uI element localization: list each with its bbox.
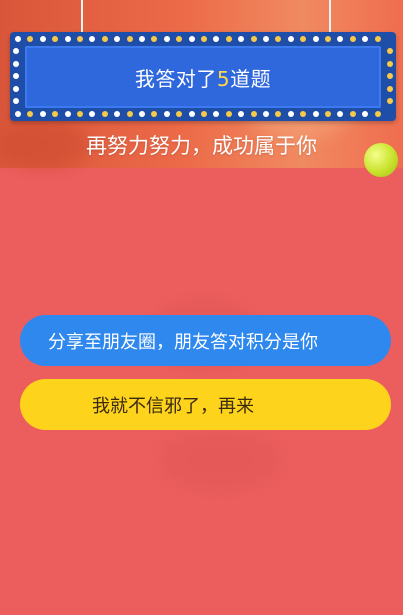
marquee-bulb: [263, 111, 269, 117]
marquee-bulb: [139, 36, 145, 42]
marquee-bulb: [300, 111, 307, 117]
score-title-suffix: 道题: [230, 66, 272, 91]
marquee-bulb: [312, 36, 319, 42]
marquee-bulb: [300, 36, 307, 42]
marquee-bulb: [188, 111, 195, 117]
marquee-bulb: [374, 36, 381, 42]
marquee-bulb: [325, 111, 331, 117]
marquee-bulb: [225, 111, 232, 117]
encouragement-text: 再努力努力，成功属于你: [86, 134, 317, 158]
marquee-bulb: [238, 111, 245, 117]
marquee-bulb: [27, 111, 34, 117]
marquee-bulb: [374, 111, 381, 117]
marquee-bulb: [312, 111, 319, 117]
marquee-bulb: [89, 111, 96, 117]
score-title: 我答对了5道题: [135, 63, 271, 92]
marquee-bulb: [15, 36, 21, 42]
marquee-bulb: [387, 85, 393, 92]
marquee-bulb: [13, 85, 19, 92]
marquee-bulb: [126, 111, 133, 117]
marquee-bulb: [27, 36, 34, 42]
marquee-bulb: [188, 36, 195, 42]
marquee-bulb: [126, 36, 133, 42]
marquee-bulb: [349, 111, 356, 117]
marquee-bulb: [163, 111, 170, 117]
marquee-bulb: [201, 36, 207, 42]
marquee-bulb: [13, 98, 19, 104]
marquee-bulb: [238, 36, 245, 42]
marquee-bulb: [325, 36, 331, 42]
marquee-bulb: [387, 60, 393, 67]
marquee-bulb: [101, 111, 108, 117]
result-page: 我答对了5道题 再努力努力，成功属于你 分享至朋友圈，朋友答对积分是你 我就不信…: [0, 0, 403, 615]
score-title-prefix: 我答对了: [134, 66, 217, 91]
marquee-bulb: [101, 36, 108, 42]
marquee-bulb: [114, 36, 121, 42]
marquee-bulb: [387, 98, 393, 104]
marquee-bulb: [114, 111, 121, 117]
marquee-bulb: [77, 111, 83, 117]
marquee-bulb: [337, 36, 344, 42]
marquee-bulb: [163, 36, 170, 42]
score-number: 5: [216, 66, 231, 91]
marquee-bulb: [13, 73, 19, 80]
marquee-bulb: [77, 36, 83, 42]
marquee-bulb: [64, 36, 71, 42]
score-panel: 我答对了5道题: [25, 46, 381, 108]
marquee-bulb: [213, 111, 220, 117]
marquee-bulb: [89, 36, 96, 42]
marquee-bulb: [213, 36, 220, 42]
marquee-bulb: [250, 36, 257, 42]
marquee-bulb: [151, 36, 158, 42]
marquee-bulb: [287, 36, 294, 42]
marquee-bulb: [39, 111, 46, 117]
marquee-bulb: [287, 111, 294, 117]
marquee-bulb: [387, 48, 393, 55]
share-to-moments-button[interactable]: 分享至朋友圈，朋友答对积分是你: [20, 315, 391, 366]
marquee-bulb: [13, 60, 19, 67]
marquee-bulb: [349, 36, 356, 42]
marquee-bulb: [362, 36, 369, 42]
marquee-bulb: [201, 111, 207, 117]
marquee-bulb: [15, 111, 21, 117]
marquee-bulb: [225, 36, 232, 42]
marquee-bulb: [275, 111, 282, 117]
marquee-bulb: [13, 48, 19, 55]
marquee-bulb: [362, 111, 369, 117]
marquee-bulb: [52, 111, 59, 117]
marquee-bulb: [275, 36, 282, 42]
score-marquee-sign: 我答对了5道题: [10, 32, 396, 121]
retry-button[interactable]: 我就不信邪了，再来: [20, 379, 391, 430]
marquee-bulb: [263, 36, 269, 42]
marquee-bulb: [64, 111, 71, 117]
marquee-bulb: [337, 111, 344, 117]
marquee-bulb: [176, 36, 183, 42]
marquee-bulb: [387, 73, 393, 80]
marquee-bulb: [52, 36, 59, 42]
decorative-ball: [364, 143, 398, 177]
decorative-blob: [160, 430, 280, 490]
marquee-bulb: [176, 111, 183, 117]
marquee-bulb: [139, 111, 145, 117]
marquee-bulb: [250, 111, 257, 117]
marquee-bulb: [39, 36, 46, 42]
marquee-bulb: [151, 111, 158, 117]
